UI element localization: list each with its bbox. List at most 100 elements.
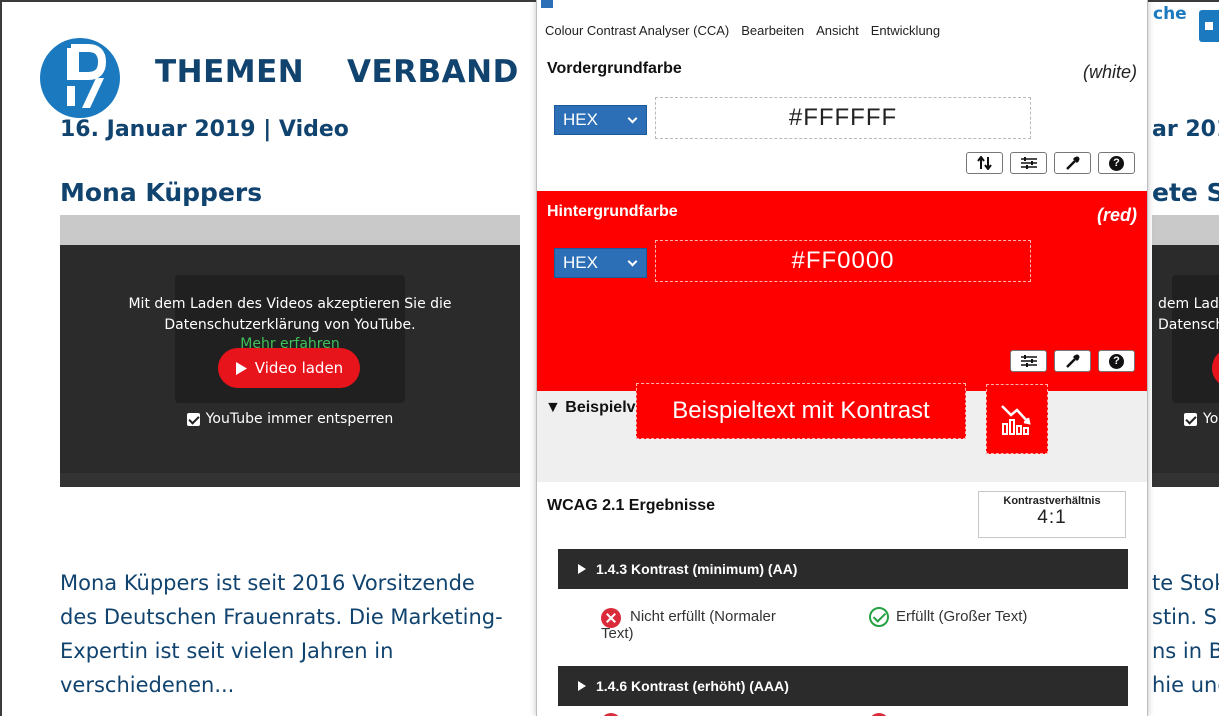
sliders-icon [1020,157,1037,169]
video-top-bar [1152,215,1219,245]
teaser-line: ns in Be [1152,639,1219,663]
video-notice-line2: Datenschutzerklärung von YouTube. [164,317,416,333]
results-section: WCAG 2.1 Ergebnisse Kontrastverhältnis 4… [537,482,1147,716]
teaser-line: verschiedenen... [60,673,235,697]
swap-icon [976,156,992,170]
video-notice-line1: Mit dem Laden des Videos akzeptieren Sie… [128,296,452,312]
video-embed-right: dem Laden Datensch You [1152,215,1219,487]
adjust-color-button[interactable] [1010,152,1047,174]
checkbox-icon[interactable] [186,412,200,426]
result-fail-label-1: Nicht erfüllt (Normaler [630,608,776,625]
help-icon: ? [1109,353,1124,369]
video-embed: Mit dem Laden des Videos akzeptieren Sie… [60,215,520,487]
card-teaser-right: te Stok stin. Sie ns in Be hie und [1152,566,1219,702]
background-hex-input[interactable]: #FF0000 [655,240,1031,282]
card-title[interactable]: Mona Küppers [60,178,262,207]
youtube-unblock-option[interactable]: You [1152,411,1219,427]
video-notice-line2: Datensch [1158,317,1219,333]
eyedropper-icon [1065,354,1079,368]
triangle-right-icon [578,564,586,574]
foreground-title: Vordergrundfarbe [547,60,682,77]
video-notice-line1: dem Laden [1158,296,1219,312]
youtube-unblock-label: YouTube immer entsperren [205,411,394,427]
menu-edit[interactable]: Bearbeiten [741,23,804,38]
contrast-ratio-box: Kontrastverhältnis 4:1 [978,491,1126,538]
background-help-button[interactable]: ? [1098,350,1135,372]
eyedropper-icon [1065,156,1079,170]
play-icon [235,361,247,375]
cca-window: Colour Contrast Analyser (CCA) Bearbeite… [536,0,1148,716]
youtube-unblock-label: You [1203,411,1219,427]
swap-colors-button[interactable] [966,152,1003,174]
card-title-right[interactable]: ete S [1152,178,1219,207]
site-logo[interactable] [40,38,120,118]
foreground-format-select[interactable]: HEX [554,105,647,135]
video-load-button[interactable]: Video laden [218,348,360,388]
pick-background-button[interactable] [1054,350,1091,372]
results-title: WCAG 2.1 Ergebnisse [547,497,716,514]
video-top-bar [60,215,520,245]
chevron-down-icon [627,256,638,267]
criterion-aa-toggle[interactable]: 1.4.3 Kontrast (minimum) (AA) [558,549,1128,589]
video-load-label: Video laden [254,359,344,377]
foreground-format-value: HEX [563,110,598,129]
check-circle-icon [869,607,889,627]
menu-develop[interactable]: Entwicklung [871,23,940,38]
preview-sample-text: Beispieltext mit Kontrast [636,383,966,439]
preview-sample-label: Beispieltext mit Kontrast [672,397,930,424]
foreground-toolbar: ? [966,152,1135,174]
menu-app[interactable]: Colour Contrast Analyser (CCA) [545,23,729,38]
title-bar[interactable] [537,0,1147,14]
checkbox-icon[interactable] [1184,412,1197,426]
background-format-value: HEX [563,253,598,272]
card-date-right: ar 201 [1152,117,1219,142]
preview-section: ▼ Beispielvorschau Beispieltext mit Kont… [537,383,1147,482]
background-section: Hintergrundfarbe (red) HEX #FF0000 ? [537,191,1147,391]
teaser-line: stin. Sie [1152,605,1219,629]
result-normal-text: Nicht erfüllt (Normaler Text) [601,608,861,642]
foreground-color-name: (white) [1082,62,1137,82]
top-right-button[interactable] [1199,10,1219,42]
contrast-ratio-label: Kontrastverhältnis [1003,495,1101,507]
app-icon [541,0,553,8]
result-large-text: Erfüllt (Großer Text) [869,607,1028,627]
nav-verband[interactable]: VERBAND [347,54,519,90]
triangle-right-icon [578,681,586,691]
teaser-line: Expertin ist seit vielen Jahren in [60,639,394,663]
background-format-select[interactable]: HEX [554,248,647,278]
preview-icon-sample [986,384,1048,454]
fail-icon [601,608,621,628]
card-teaser: Mona Küppers ist seit 2016 Vorsitzende d… [60,566,503,702]
result-pass-label: Erfüllt (Großer Text) [896,608,1028,625]
background-title: Hintergrundfarbe [547,203,678,220]
criterion-aaa-label: 1.4.6 Kontrast (erhöht) (AAA) [596,678,789,694]
criterion-aa-label: 1.4.3 Kontrast (minimum) (AA) [596,561,798,577]
pick-foreground-button[interactable] [1054,152,1091,174]
criterion-aa-results: Nicht erfüllt (Normaler Text) Erfüllt (G… [601,607,1121,650]
sliders-icon [1020,355,1037,367]
video-bottom-bar [1152,473,1219,487]
teaser-line: hie und [1152,673,1219,697]
menu-view[interactable]: Ansicht [816,23,859,38]
foreground-help-button[interactable]: ? [1098,152,1135,174]
chevron-down-icon [627,113,638,124]
menu-bar: Colour Contrast Analyser (CCA) Bearbeite… [537,14,1147,46]
teaser-line: te Stok [1152,571,1219,595]
foreground-hex-input[interactable]: #FFFFFF [655,97,1031,139]
chart-icon [1001,405,1031,435]
help-icon: ? [1109,155,1124,171]
contrast-ratio-value: 4:1 [1037,507,1067,528]
criterion-aaa-toggle[interactable]: 1.4.6 Kontrast (erhöht) (AAA) [558,666,1128,706]
result-fail-label-2: Text) [601,625,634,642]
foreground-section: Vordergrundfarbe (white) HEX #FFFFFF ? [537,46,1147,191]
video-bottom-bar [60,473,520,487]
teaser-line: des Deutschen Frauenrats. Die Marketing- [60,605,503,629]
top-right-link[interactable]: che [1153,4,1187,24]
background-toolbar: ? [1010,350,1135,372]
card-date: 16. Januar 2019 | Video [60,117,349,142]
teaser-line: Mona Küppers ist seit 2016 Vorsitzende [60,571,475,595]
adjust-color-button[interactable] [1010,350,1047,372]
background-color-name: (red) [1097,205,1137,225]
nav-themen[interactable]: THEMEN [155,54,304,90]
youtube-unblock-option[interactable]: YouTube immer entsperren [60,411,520,427]
